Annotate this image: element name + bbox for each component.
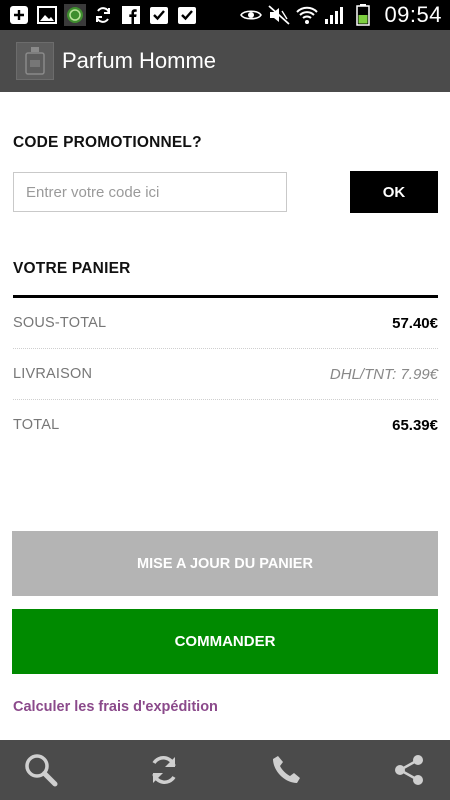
sync-icon [92,4,114,26]
subtotal-value: 57.40€ [392,314,438,332]
promo-ok-button[interactable]: OK [350,171,438,213]
promo-code-input[interactable] [13,172,287,212]
eye-icon [240,4,263,26]
app-title: Parfum Homme [62,48,217,73]
battery-icon [352,4,374,26]
mute-icon [268,4,291,26]
perfume-logo-icon[interactable] [16,42,54,80]
refresh-icon[interactable] [141,747,187,793]
promo-title: CODE PROMOTIONNEL? [13,134,202,151]
task-check-icon [148,4,170,26]
status-bar-notifications [8,4,198,26]
status-bar-time: 09:54 [384,2,442,27]
facebook-icon [120,4,142,26]
order-button[interactable]: COMMANDER [12,609,438,674]
share-icon[interactable] [386,747,432,793]
cart-row-total: TOTAL 65.39€ [13,400,438,450]
task-check-icon [176,4,198,26]
search-icon[interactable] [18,747,64,793]
cart-page: CODE PROMOTIONNEL? OK VOTRE PANIER SOUS-… [0,92,450,740]
status-bar-system: 09:54 [240,2,442,28]
cart-row-shipping: LIVRAISON DHL/TNT: 7.99€ [13,349,438,399]
calculate-shipping-link[interactable]: Calculer les frais d'expédition [13,699,218,715]
cart-row-subtotal: SOUS-TOTAL 57.40€ [13,298,438,348]
wifi-icon [296,4,319,26]
update-cart-button[interactable]: MISE A JOUR DU PANIER [12,531,438,596]
bottom-toolbar [0,740,450,800]
total-value: 65.39€ [392,416,438,434]
shipping-label: LIVRAISON [13,366,93,382]
total-label: TOTAL [13,417,60,433]
status-bar: 09:54 [0,0,450,30]
signal-icon [324,4,346,26]
phone-icon[interactable] [263,747,309,793]
subtotal-label: SOUS-TOTAL [13,315,107,331]
add-icon [8,4,30,26]
image-icon [36,4,58,26]
app-notification-icon [64,4,86,26]
cart-title: VOTRE PANIER [13,260,131,277]
shipping-value: DHL/TNT: 7.99€ [329,365,438,383]
app-bar: Parfum Homme [0,30,450,92]
